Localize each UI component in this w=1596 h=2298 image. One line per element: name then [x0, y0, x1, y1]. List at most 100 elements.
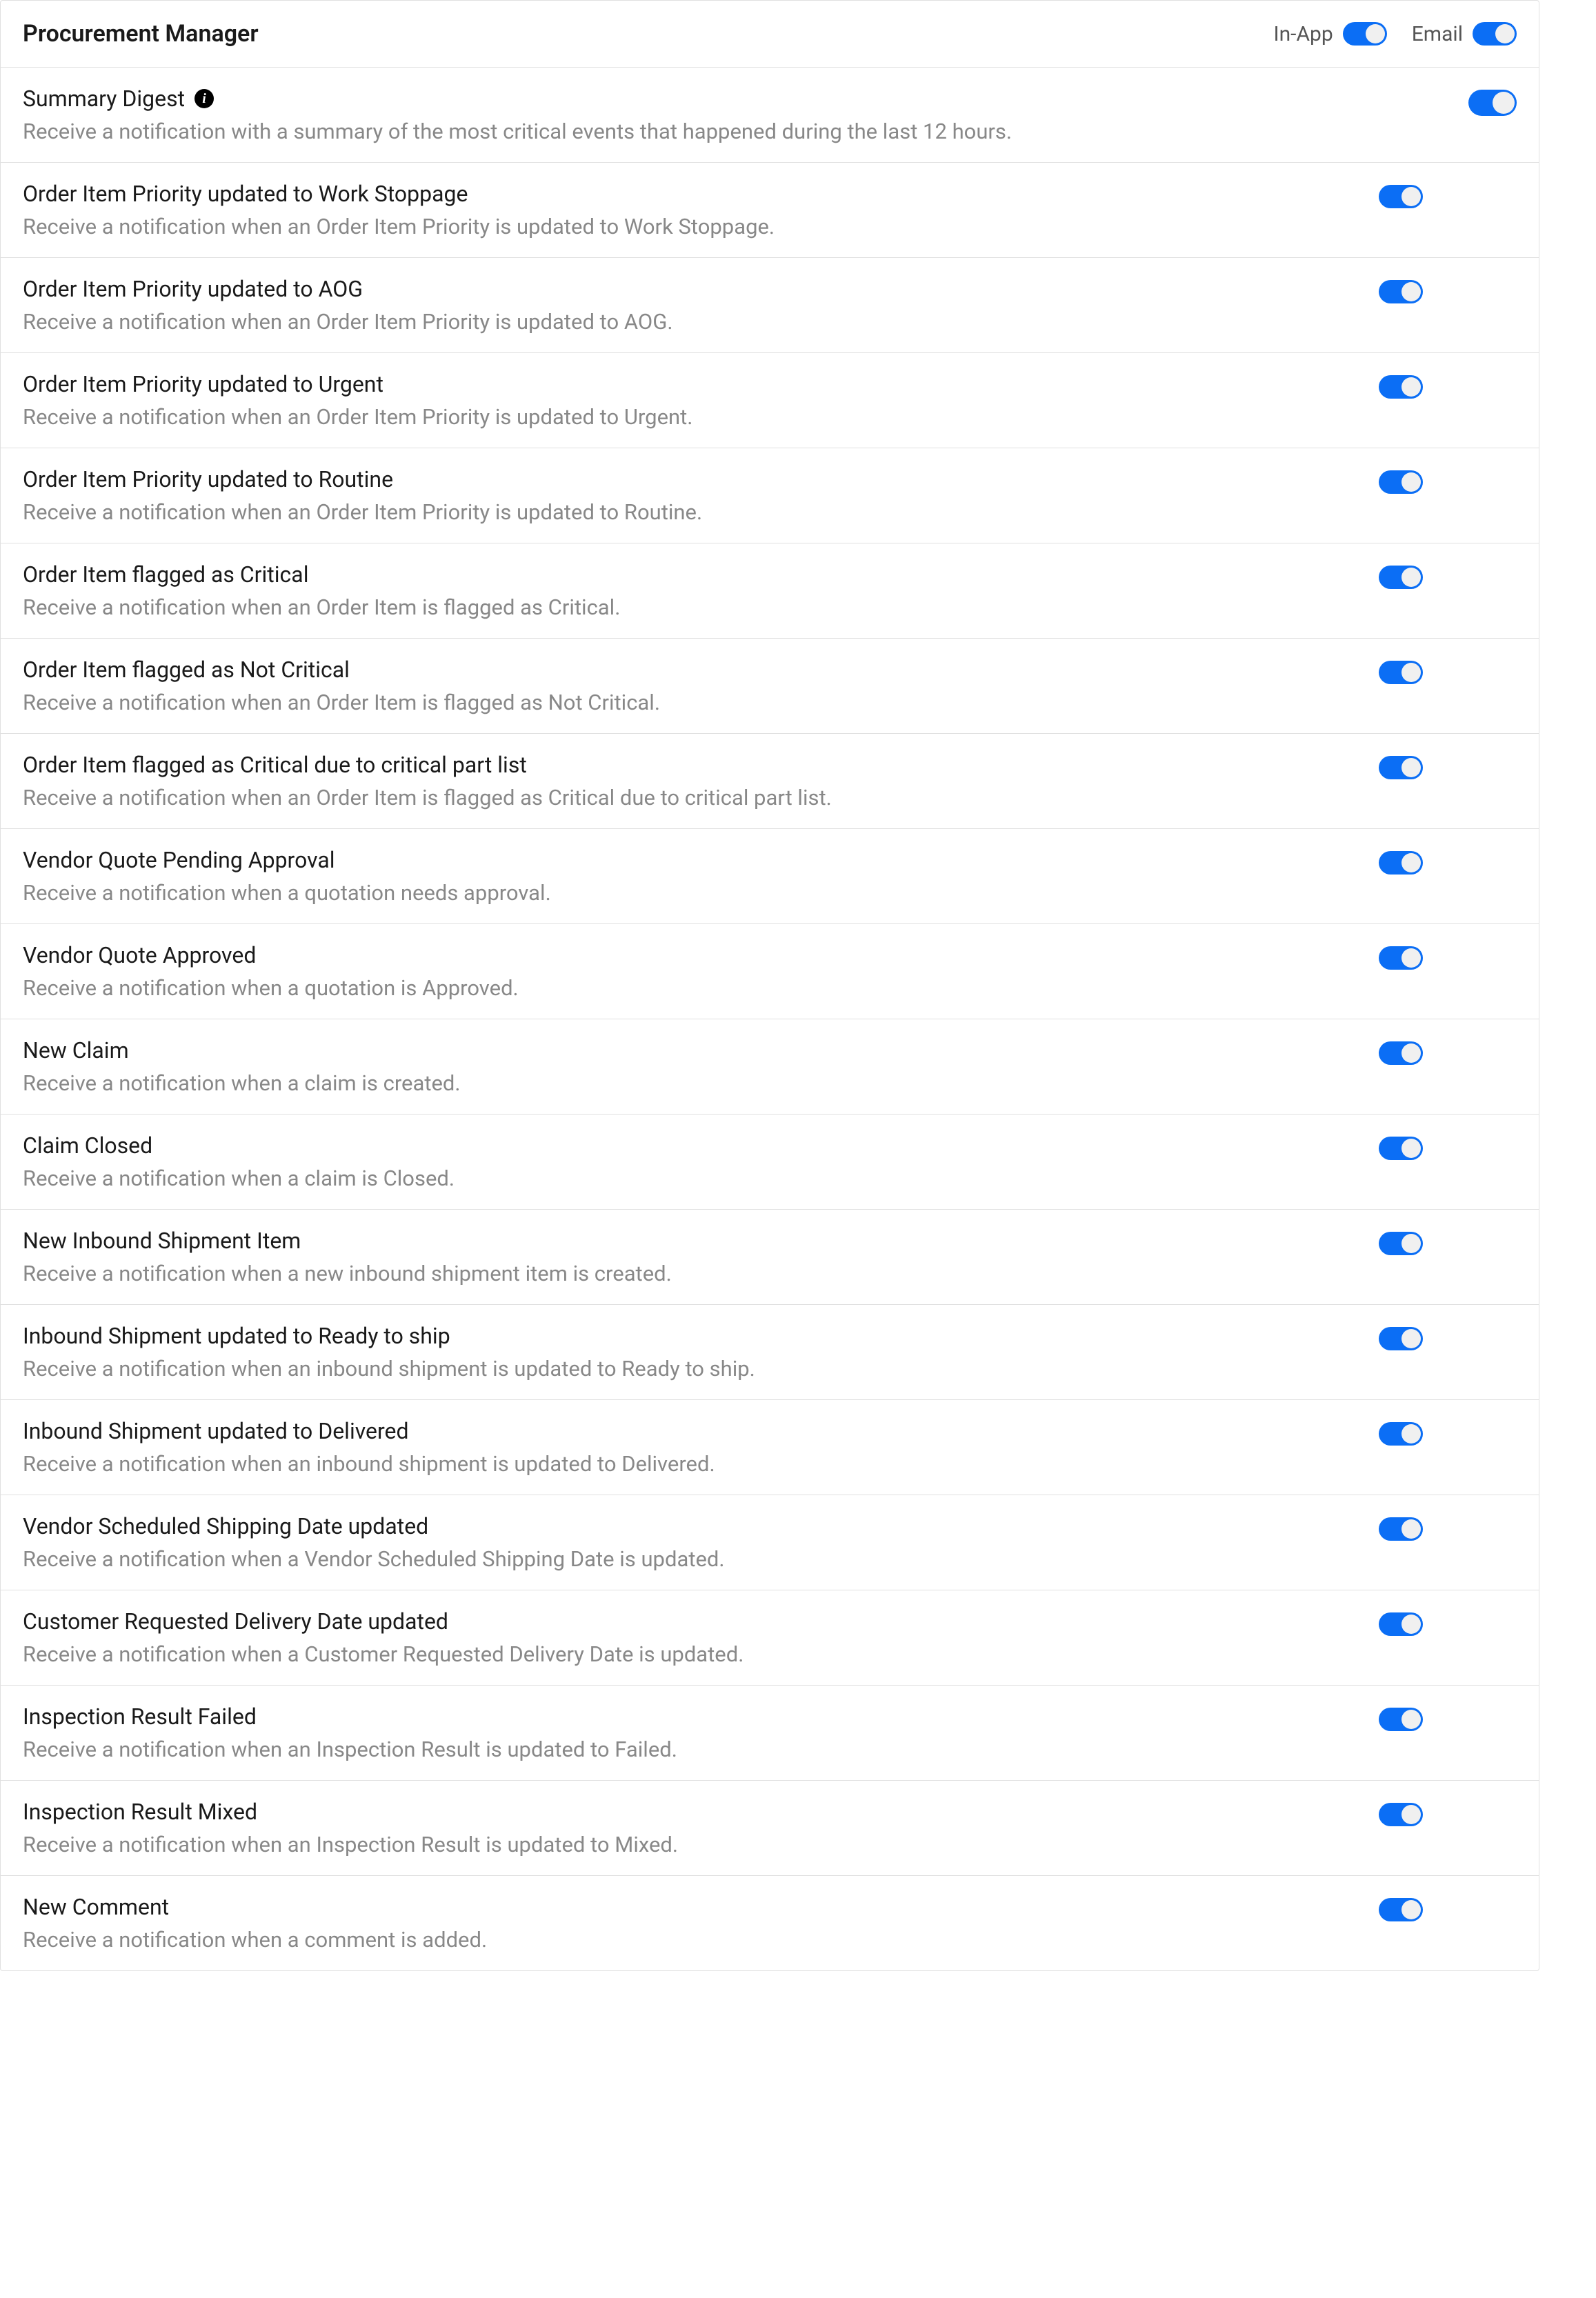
notification-description: Receive a notification when an Order Ite…: [23, 690, 1379, 715]
notification-row: New CommentReceive a notification when a…: [1, 1876, 1539, 1970]
notification-in-app-toggle[interactable]: [1379, 280, 1423, 303]
notification-title: Inspection Result Failed: [23, 1703, 1379, 1730]
notification-text: New CommentReceive a notification when a…: [23, 1894, 1379, 1952]
email-master-toggle[interactable]: [1473, 22, 1517, 46]
notification-toggle-column: [1379, 1608, 1517, 1636]
notification-row: Order Item Priority updated to Routine Re…: [1, 448, 1539, 543]
notification-description: Receive a notification when a claim is C…: [23, 1166, 1379, 1191]
notification-in-app-toggle[interactable]: [1379, 1422, 1423, 1446]
notification-description: Receive a notification when an Order Ite…: [23, 404, 1379, 430]
summary-digest-title: Summary Digest: [23, 86, 185, 112]
notification-text: Inbound Shipment updated to Ready to shi…: [23, 1323, 1379, 1381]
notification-text: Order Item flagged as Critical due to cr…: [23, 752, 1379, 810]
notification-title: Inbound Shipment updated to Delivered: [23, 1418, 1379, 1444]
notification-in-app-toggle[interactable]: [1379, 1327, 1423, 1350]
notification-row: Order Item flagged as Critical due to cr…: [1, 734, 1539, 829]
header-controls: In-App Email: [1273, 22, 1517, 46]
notification-description: Receive a notification when an inbound s…: [23, 1451, 1379, 1477]
in-app-label: In-App: [1273, 22, 1333, 46]
summary-digest-section: Summary Digest i Receive a notification …: [1, 68, 1539, 163]
notification-text: Vendor Scheduled Shipping Date updatedRe…: [23, 1513, 1379, 1572]
notification-row: Inspection Result FailedReceive a notifi…: [1, 1686, 1539, 1781]
in-app-master-toggle[interactable]: [1343, 22, 1387, 46]
notification-row: Order Item Priority updated to Work Stop…: [1, 163, 1539, 258]
notification-text: New ClaimReceive a notification when a c…: [23, 1037, 1379, 1096]
notification-in-app-toggle[interactable]: [1379, 185, 1423, 208]
in-app-control-group: In-App: [1273, 22, 1386, 46]
notification-text: Order Item flagged as Critical Receive a …: [23, 561, 1379, 620]
notification-in-app-toggle[interactable]: [1379, 851, 1423, 875]
notification-row: Order Item Priority updated to Urgent Rec…: [1, 353, 1539, 448]
notification-text: Inspection Result FailedReceive a notifi…: [23, 1703, 1379, 1762]
notification-text: Vendor Quote ApprovedReceive a notificat…: [23, 942, 1379, 1001]
notification-toggle-column: [1379, 1418, 1517, 1446]
notification-description: Receive a notification when a comment is…: [23, 1927, 1379, 1952]
notification-text: Vendor Quote Pending ApprovalReceive a n…: [23, 847, 1379, 906]
notification-toggle-column: [1379, 276, 1517, 303]
notification-row: Order Item flagged as Not CriticalReceiv…: [1, 639, 1539, 734]
notification-description: Receive a notification when an Order Ite…: [23, 309, 1379, 334]
notification-description: Receive a notification when an inbound s…: [23, 1356, 1379, 1381]
notification-title: Order Item Priority updated to Urgent: [23, 371, 1379, 397]
notification-in-app-toggle[interactable]: [1379, 1708, 1423, 1731]
notification-title: Claim Closed: [23, 1132, 1379, 1159]
notification-description: Receive a notification when an Order Ite…: [23, 499, 1379, 525]
notification-row: Claim Closed Receive a notification when …: [1, 1115, 1539, 1210]
summary-digest-description: Receive a notification with a summary of…: [23, 119, 1468, 144]
notification-description: Receive a notification when a new inboun…: [23, 1261, 1379, 1286]
notification-settings-panel: Procurement Manager In-App Email Summary…: [0, 0, 1539, 1971]
notification-description: Receive a notification when an Order Ite…: [23, 595, 1379, 620]
notification-description: Receive a notification when an Inspectio…: [23, 1832, 1379, 1857]
notification-toggle-column: [1379, 657, 1517, 684]
notification-row: Vendor Quote ApprovedReceive a notificat…: [1, 924, 1539, 1019]
notification-text: Customer Requested Delivery Date updated…: [23, 1608, 1379, 1667]
notification-in-app-toggle[interactable]: [1379, 1803, 1423, 1826]
notification-in-app-toggle[interactable]: [1379, 1137, 1423, 1160]
notification-text: Order Item Priority updated to Routine Re…: [23, 466, 1379, 525]
notification-in-app-toggle[interactable]: [1379, 1612, 1423, 1636]
notification-title: New Inbound Shipment Item: [23, 1228, 1379, 1254]
notification-title: Vendor Quote Pending Approval: [23, 847, 1379, 873]
notification-row: Inspection Result MixedReceive a notific…: [1, 1781, 1539, 1876]
summary-digest-toggle[interactable]: [1468, 90, 1517, 116]
notification-toggle-column: [1379, 752, 1517, 779]
notification-in-app-toggle[interactable]: [1379, 946, 1423, 970]
notification-description: Receive a notification when a claim is c…: [23, 1070, 1379, 1096]
notification-in-app-toggle[interactable]: [1379, 756, 1423, 779]
notification-toggle-column: [1379, 1513, 1517, 1541]
notification-toggle-column: [1379, 1037, 1517, 1065]
notification-in-app-toggle[interactable]: [1379, 1898, 1423, 1921]
email-control-group: Email: [1412, 22, 1517, 46]
notifications-list: Order Item Priority updated to Work Stop…: [1, 163, 1539, 1970]
notification-in-app-toggle[interactable]: [1379, 661, 1423, 684]
notification-toggle-column: [1379, 371, 1517, 399]
notification-toggle-column: [1379, 1323, 1517, 1350]
notification-in-app-toggle[interactable]: [1379, 1517, 1423, 1541]
notification-row: Vendor Scheduled Shipping Date updatedRe…: [1, 1495, 1539, 1590]
notification-title: Order Item Priority updated to Routine: [23, 466, 1379, 492]
notification-title: Inbound Shipment updated to Ready to shi…: [23, 1323, 1379, 1349]
notification-description: Receive a notification when an Order Ite…: [23, 785, 1379, 810]
notification-title: Order Item flagged as Critical: [23, 561, 1379, 588]
summary-digest-text: Summary Digest i Receive a notification …: [23, 86, 1468, 144]
notification-title: Customer Requested Delivery Date updated: [23, 1608, 1379, 1635]
info-icon[interactable]: i: [194, 89, 214, 108]
notification-in-app-toggle[interactable]: [1379, 375, 1423, 399]
notification-description: Receive a notification when a Vendor Sch…: [23, 1546, 1379, 1572]
panel-header: Procurement Manager In-App Email: [1, 1, 1539, 68]
notification-in-app-toggle[interactable]: [1379, 1041, 1423, 1065]
notification-in-app-toggle[interactable]: [1379, 1232, 1423, 1255]
notification-toggle-column: [1379, 561, 1517, 589]
notification-text: Order Item Priority updated to AOGReceiv…: [23, 276, 1379, 334]
notification-in-app-toggle[interactable]: [1379, 566, 1423, 589]
summary-digest-toggle-column: [1468, 86, 1517, 116]
notification-title: Order Item Priority updated to Work Stop…: [23, 181, 1379, 207]
notification-text: Order Item Priority updated to Urgent Rec…: [23, 371, 1379, 430]
notification-in-app-toggle[interactable]: [1379, 470, 1423, 494]
notification-toggle-column: [1379, 1228, 1517, 1255]
notification-text: Inbound Shipment updated to Delivered Rec…: [23, 1418, 1379, 1477]
notification-row: Vendor Quote Pending ApprovalReceive a n…: [1, 829, 1539, 924]
notification-row: New Inbound Shipment Item Receive a notif…: [1, 1210, 1539, 1305]
notification-description: Receive a notification when a quotation …: [23, 975, 1379, 1001]
notification-row: Inbound Shipment updated to Ready to shi…: [1, 1305, 1539, 1400]
